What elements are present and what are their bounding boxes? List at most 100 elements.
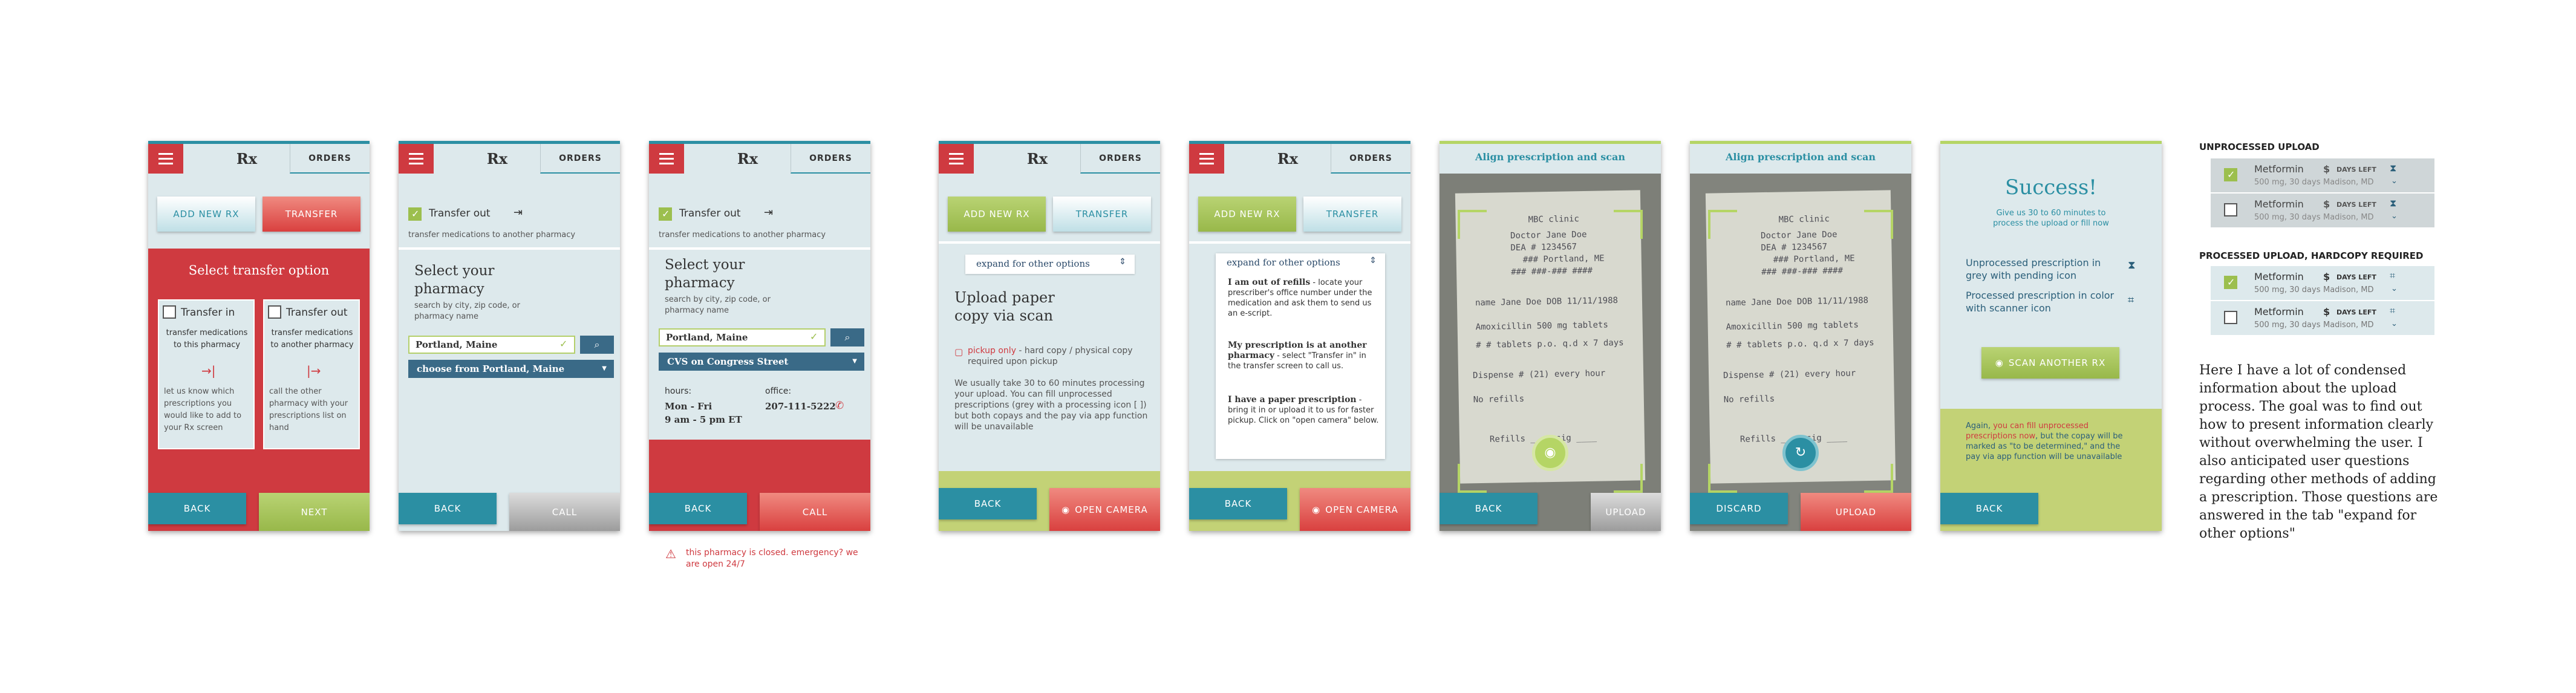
pharmacy-select[interactable]: CVS on Congress Street ▼ bbox=[659, 353, 864, 371]
orders-tab[interactable]: ORDERS bbox=[1080, 144, 1160, 174]
chevron-down-icon[interactable]: ⌄ bbox=[2391, 319, 2398, 328]
add-new-rx-button[interactable]: ADD NEW RX bbox=[1198, 197, 1296, 232]
upload-button[interactable]: UPLOAD bbox=[1591, 493, 1661, 531]
rx-checkbox[interactable] bbox=[2224, 276, 2237, 289]
call-button[interactable]: CALL bbox=[509, 493, 620, 531]
transfer-button[interactable]: TRANSFER bbox=[1053, 197, 1151, 232]
upload-button[interactable]: UPLOAD bbox=[1801, 493, 1911, 531]
menu-icon[interactable] bbox=[148, 144, 183, 174]
back-button[interactable]: BACK bbox=[1189, 488, 1287, 519]
chevron-down-icon[interactable]: ⌄ bbox=[2391, 212, 2398, 221]
rx-row-processed[interactable]: Metformin 500 mg, 30 days $ DAYS LEFT Ma… bbox=[2211, 301, 2434, 335]
frame-corner bbox=[1458, 210, 1487, 239]
screen-pharmacy-details: Rx ORDERS Transfer out ⇥ transfer medica… bbox=[649, 141, 870, 531]
rx-checkbox[interactable] bbox=[2224, 311, 2237, 324]
scan-another-label: SCAN ANOTHER RX bbox=[2008, 357, 2106, 368]
divider bbox=[649, 247, 870, 250]
transfer-out-desc: call the other pharmacy with your prescr… bbox=[269, 387, 348, 432]
office-phone[interactable]: 207-111-5222 bbox=[765, 401, 836, 412]
search-button[interactable]: ⌕ bbox=[580, 336, 614, 354]
next-button[interactable]: NEXT bbox=[259, 493, 370, 531]
scanner-icon: ⌗ bbox=[2128, 294, 2134, 307]
search-input[interactable]: Portland, Maine bbox=[408, 336, 575, 354]
back-button[interactable]: BACK bbox=[649, 493, 747, 524]
search-hint: search by city, zip code, or pharmacy na… bbox=[665, 295, 771, 315]
pickup-label: pickup only bbox=[968, 346, 1016, 356]
shutter-button[interactable]: ◉ bbox=[1532, 435, 1568, 471]
rx-dose: 500 mg, 30 days bbox=[2254, 285, 2321, 294]
menu-icon[interactable] bbox=[939, 144, 974, 174]
pharmacy-name: CVS on Congress Street bbox=[667, 356, 789, 367]
sort-icon: ⇕ bbox=[1369, 256, 1377, 265]
expand-options-toggle[interactable]: expand for other options ⇕ bbox=[1216, 253, 1385, 273]
menu-icon[interactable] bbox=[1189, 144, 1224, 174]
option-paper-prescription: I have a paper prescription - bring it i… bbox=[1228, 395, 1379, 426]
scan-another-button[interactable]: ◉ SCAN ANOTHER RX bbox=[1981, 347, 2119, 379]
legend-processed: Processed prescription in color with sca… bbox=[1966, 290, 2115, 314]
rx-row-processed[interactable]: Metformin 500 mg, 30 days $ DAYS LEFT Ma… bbox=[2211, 266, 2434, 300]
note-line: Dispense # (21) every hour bbox=[1472, 368, 1606, 381]
rx-row-unprocessed[interactable]: Metformin 500 mg, 30 days $ DAYS LEFT Ma… bbox=[2211, 158, 2434, 192]
frame-corner bbox=[1458, 464, 1487, 493]
back-button[interactable]: BACK bbox=[1440, 493, 1537, 524]
rx-days-left: DAYS LEFT bbox=[2336, 308, 2376, 316]
discard-button[interactable]: DISCARD bbox=[1690, 493, 1788, 524]
rx-checkbox[interactable] bbox=[2224, 203, 2237, 216]
back-button[interactable]: BACK bbox=[148, 493, 246, 524]
rx-row-unprocessed[interactable]: Metformin 500 mg, 30 days $ DAYS LEFT Ma… bbox=[2211, 194, 2434, 227]
transfer-out-checkbox[interactable] bbox=[408, 207, 422, 221]
transfer-button[interactable]: TRANSFER bbox=[262, 197, 360, 232]
open-camera-button[interactable]: ◉ OPEN CAMERA bbox=[1300, 488, 1410, 531]
refresh-icon: ↻ bbox=[1795, 445, 1807, 460]
warning-icon: ⚠ bbox=[665, 547, 676, 561]
chevron-down-icon[interactable]: ⌄ bbox=[2391, 284, 2398, 293]
note-line: ### Portland, ME bbox=[1773, 253, 1855, 265]
chevron-down-icon[interactable]: ⌄ bbox=[2391, 177, 2398, 186]
note-pre: Again, bbox=[1966, 421, 1994, 431]
dropdown-arrow-icon: ▼ bbox=[852, 358, 857, 365]
divider bbox=[399, 247, 620, 250]
search-icon: ⌕ bbox=[844, 331, 850, 343]
rx-name: Metformin bbox=[2254, 271, 2304, 282]
choose-pharmacy-select[interactable]: choose from Portland, Maine ▼ bbox=[408, 360, 614, 378]
rx-days-left: DAYS LEFT bbox=[2336, 273, 2376, 281]
search-hint: search by city, zip code, or pharmacy na… bbox=[414, 301, 520, 321]
orders-tab[interactable]: ORDERS bbox=[540, 144, 620, 174]
screen-other-options: Rx ORDERS ADD NEW RX TRANSFER expand for… bbox=[1189, 141, 1410, 531]
orders-tab[interactable]: ORDERS bbox=[791, 144, 870, 174]
transfer-out-label: Transfer out bbox=[429, 207, 491, 220]
rx-checkbox[interactable] bbox=[2224, 168, 2237, 181]
search-input[interactable]: Portland, Maine bbox=[659, 328, 826, 346]
frame-corner bbox=[1864, 210, 1893, 239]
transfer-out-checkbox[interactable] bbox=[268, 305, 281, 319]
phone-icon[interactable]: ✆ bbox=[835, 400, 844, 412]
back-button[interactable]: BACK bbox=[1940, 493, 2038, 524]
back-button[interactable]: BACK bbox=[399, 493, 497, 524]
upload-heading: Upload paper copy via scan bbox=[954, 289, 1055, 324]
transfer-in-checkbox[interactable] bbox=[163, 305, 176, 319]
menu-icon[interactable] bbox=[399, 144, 434, 174]
select-pharmacy-heading: Select your pharmacy bbox=[414, 263, 495, 297]
note-line: # # tablets p.o. q.d x 7 days bbox=[1726, 337, 1874, 351]
orders-tab[interactable]: ORDERS bbox=[290, 144, 370, 174]
rx-dose: 500 mg, 30 days bbox=[2254, 320, 2321, 330]
call-button[interactable]: CALL bbox=[760, 493, 870, 531]
sort-icon: ⇕ bbox=[1119, 257, 1126, 267]
orders-tab[interactable]: ORDERS bbox=[1331, 144, 1410, 174]
transfer-out-checkbox[interactable] bbox=[659, 207, 672, 221]
search-button[interactable]: ⌕ bbox=[830, 328, 864, 346]
retake-button[interactable]: ↻ bbox=[1782, 435, 1819, 471]
add-new-rx-button[interactable]: ADD NEW RX bbox=[948, 197, 1046, 232]
note-line: Amoxicillin 500 mg tablets bbox=[1726, 320, 1859, 333]
camera-viewfinder: MBC clinic Doctor Jane Doe DEA # 1234567… bbox=[1440, 174, 1661, 531]
transfer-button[interactable]: TRANSFER bbox=[1303, 197, 1401, 232]
open-camera-button[interactable]: ◉ OPEN CAMERA bbox=[1049, 488, 1160, 531]
rx-price: $ bbox=[2323, 163, 2330, 175]
expand-options-toggle[interactable]: expand for other options ⇕ bbox=[965, 255, 1135, 274]
back-button[interactable]: BACK bbox=[939, 488, 1037, 519]
screen-select-pharmacy: Rx ORDERS Transfer out ⇥ transfer medica… bbox=[399, 141, 620, 531]
rx-location: Madison, MD bbox=[2323, 178, 2374, 187]
menu-icon[interactable] bbox=[649, 144, 684, 174]
rx-dose: 500 mg, 30 days bbox=[2254, 178, 2321, 187]
add-new-rx-button[interactable]: ADD NEW RX bbox=[157, 197, 255, 232]
